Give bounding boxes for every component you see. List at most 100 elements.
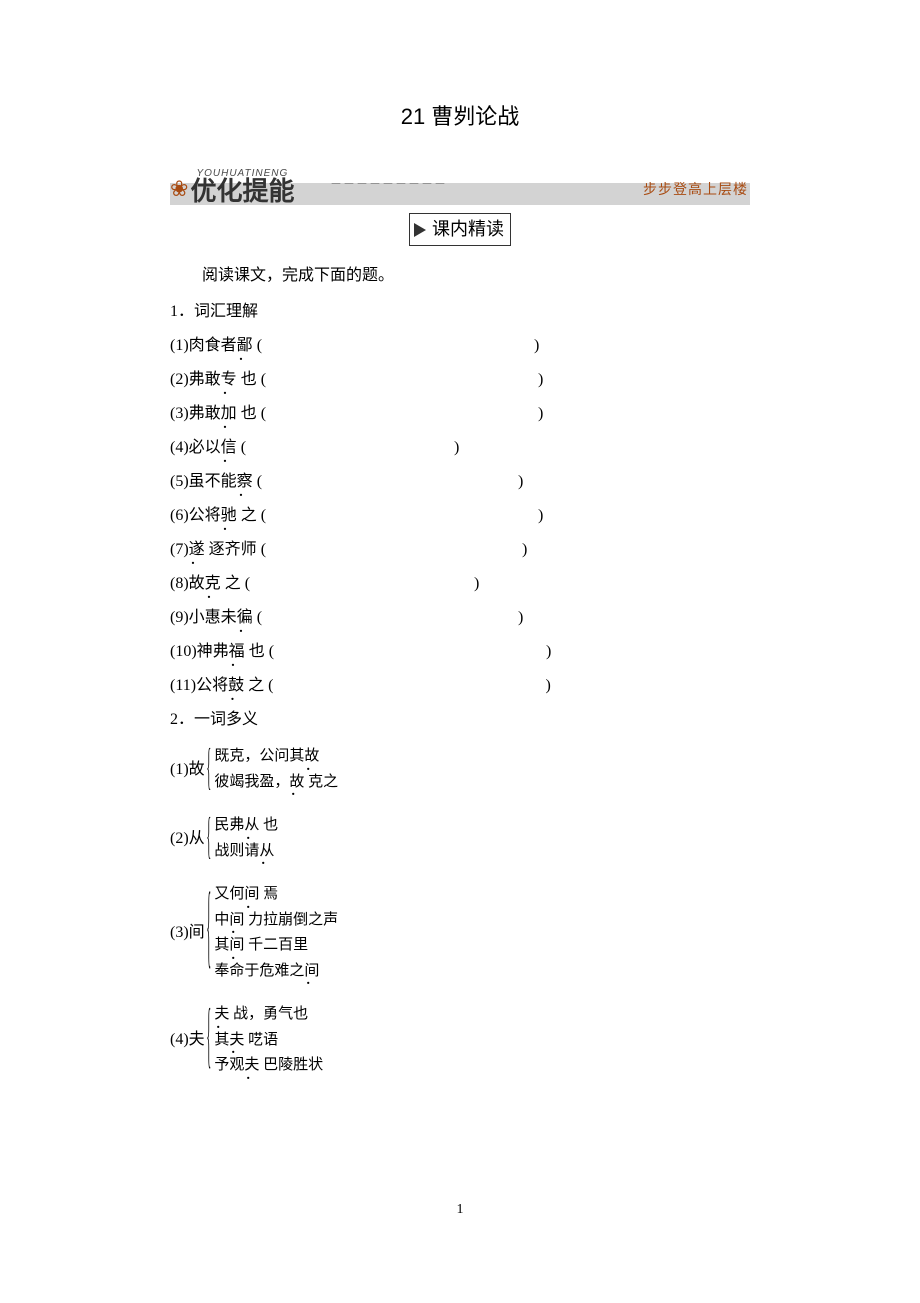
banner-overlay: ❀ YOUHUATINENG 优化提能 — [170, 163, 294, 205]
vocab-pre: (9)小惠未 — [170, 609, 237, 626]
answer-blank: ( ) — [257, 507, 544, 524]
polysemy-lines: 夫 战，勇气也其夫 呓语予观夫 巴陵胜状 — [214, 1002, 323, 1079]
left-brace-icon: { — [206, 1003, 211, 1077]
chapter-title: 21 曹刿论战 — [170, 100, 750, 133]
answer-blank: ( ) — [253, 609, 524, 626]
vocab-pre: (7) — [170, 541, 189, 558]
vocab-pre: (6)公将 — [170, 507, 221, 524]
answer-blank: ( ) — [264, 677, 551, 694]
answer-blank: ( ) — [253, 337, 540, 354]
text-fragment: 又何 — [214, 886, 244, 902]
text-fragment: 既克，公问其 — [214, 748, 304, 764]
text-fragment: 千二百里 — [244, 937, 308, 953]
text-fragment: 焉 — [259, 886, 278, 902]
left-brace-icon: { — [206, 813, 211, 864]
polysemy-lines: 又何间 焉中间 力拉崩倒之声其间 千二百里奉命于危难之间 — [214, 882, 338, 984]
vocab-item: (1)肉食者鄙 ( ) — [170, 334, 750, 358]
emphasized-char: 克 — [205, 572, 221, 596]
vocab-post: 之 — [244, 677, 264, 694]
emphasized-char: 间 — [229, 908, 244, 934]
polysemy-label: (3)间 — [170, 921, 205, 945]
polysemy-group: (3)间{又何间 焉中间 力拉崩倒之声其间 千二百里奉命于危难之间 — [170, 882, 750, 984]
q2-head: 2．一词多义 — [170, 708, 750, 732]
page-number: 1 — [170, 1199, 750, 1220]
emphasized-char: 从 — [244, 813, 259, 839]
emphasized-char: 故 — [304, 744, 319, 770]
emphasized-char: 鼓 — [228, 674, 244, 698]
polysemy-list: (1)故{既克，公问其故彼竭我盈，故 克之(2)从{民弗从 也战则请从(3)间{… — [170, 744, 750, 1079]
banner: ❀ YOUHUATINENG 优化提能 －－－－－－－－－ 步步登高上层楼 — [170, 163, 750, 205]
polysemy-group: (1)故{既克，公问其故彼竭我盈，故 克之 — [170, 744, 750, 795]
vocab-pre: (3)弗敢 — [170, 405, 221, 422]
vocab-post: 逐齐师 — [205, 541, 257, 558]
polysemy-line: 民弗从 也 — [214, 813, 278, 839]
answer-blank: ( ) — [253, 473, 524, 490]
vocab-item: (8)故克 之 ( ) — [170, 572, 750, 596]
vocab-pre: (11)公将 — [170, 677, 228, 694]
vocab-item: (7)遂 逐齐师 ( ) — [170, 538, 750, 562]
vocab-pre: (5)虽不能 — [170, 473, 237, 490]
text-fragment: 民弗 — [214, 817, 244, 833]
answer-blank: ( ) — [241, 575, 480, 592]
text-fragment: 巴陵胜状 — [259, 1057, 323, 1073]
banner-title: 优化提能 — [190, 179, 294, 205]
vocab-item: (9)小惠未徧 ( ) — [170, 606, 750, 630]
text-fragment: 彼竭我盈， — [214, 774, 289, 790]
vocab-pre: (2)弗敢 — [170, 371, 221, 388]
fan-icon: ❀ — [170, 172, 188, 205]
answer-blank: ( ) — [257, 405, 544, 422]
polysemy-label: (2)从 — [170, 827, 205, 851]
text-fragment: 中 — [214, 912, 229, 928]
section-label-wrap: 课内精读 — [170, 213, 750, 246]
polysemy-label: (4)夫 — [170, 1028, 205, 1052]
text-fragment: 战，勇气也 — [229, 1006, 308, 1022]
vocab-item: (6)公将驰 之 ( ) — [170, 504, 750, 528]
vocab-pre: (1)肉食者 — [170, 337, 237, 354]
emphasized-char: 夫 — [229, 1028, 244, 1054]
vocab-post: 也 — [237, 371, 257, 388]
emphasized-char: 夫 — [214, 1002, 229, 1028]
emphasized-char: 加 — [221, 402, 237, 426]
vocab-pre: (4)必以 — [170, 439, 221, 456]
vocab-item: (11)公将鼓 之 ( ) — [170, 674, 750, 698]
polysemy-group: (2)从{民弗从 也战则请从 — [170, 813, 750, 864]
polysemy-lines: 既克，公问其故彼竭我盈，故 克之 — [214, 744, 338, 795]
emphasized-char: 遂 — [189, 538, 205, 562]
vocab-item: (3)弗敢加 也 ( ) — [170, 402, 750, 426]
emphasized-char: 间 — [304, 959, 319, 985]
vocab-item: (2)弗敢专 也 ( ) — [170, 368, 750, 392]
section-label: 课内精读 — [409, 213, 511, 246]
emphasized-char: 间 — [244, 882, 259, 908]
polysemy-line: 其间 千二百里 — [214, 933, 338, 959]
polysemy-line: 又何间 焉 — [214, 882, 338, 908]
answer-blank: ( ) — [265, 643, 552, 660]
vocab-post: 之 — [237, 507, 257, 524]
vocab-item: (5)虽不能察 ( ) — [170, 470, 750, 494]
vocab-item: (10)神弗福 也 ( ) — [170, 640, 750, 664]
emphasized-char: 专 — [221, 368, 237, 392]
polysemy-line: 夫 战，勇气也 — [214, 1002, 323, 1028]
polysemy-lines: 民弗从 也战则请从 — [214, 813, 278, 864]
answer-blank: ( ) — [257, 371, 544, 388]
q1-head: 1．词汇理解 — [170, 300, 750, 324]
text-fragment: 也 — [259, 817, 278, 833]
emphasized-char: 故 — [289, 770, 304, 796]
text-fragment: 其 — [214, 937, 229, 953]
left-brace-icon: { — [206, 887, 211, 980]
answer-blank: ( ) — [237, 439, 460, 456]
emphasized-char: 徧 — [237, 606, 253, 630]
polysemy-label: (1)故 — [170, 758, 205, 782]
text-fragment: 奉命于危难之 — [214, 963, 304, 979]
vocab-post: 也 — [237, 405, 257, 422]
emphasized-char: 信 — [221, 436, 237, 460]
banner-dashes: －－－－－－－－－ — [330, 175, 447, 193]
polysemy-line: 彼竭我盈，故 克之 — [214, 770, 338, 796]
polysemy-group: (4)夫{夫 战，勇气也其夫 呓语予观夫 巴陵胜状 — [170, 1002, 750, 1079]
emphasized-char: 鄙 — [237, 334, 253, 358]
emphasized-char: 间 — [229, 933, 244, 959]
vocab-post: 也 — [245, 643, 265, 660]
polysemy-line: 其夫 呓语 — [214, 1028, 323, 1054]
vocab-post: 之 — [221, 575, 241, 592]
banner-tagline: 步步登高上层楼 — [643, 180, 748, 201]
instruction: 阅读课文，完成下面的题。 — [170, 264, 750, 288]
